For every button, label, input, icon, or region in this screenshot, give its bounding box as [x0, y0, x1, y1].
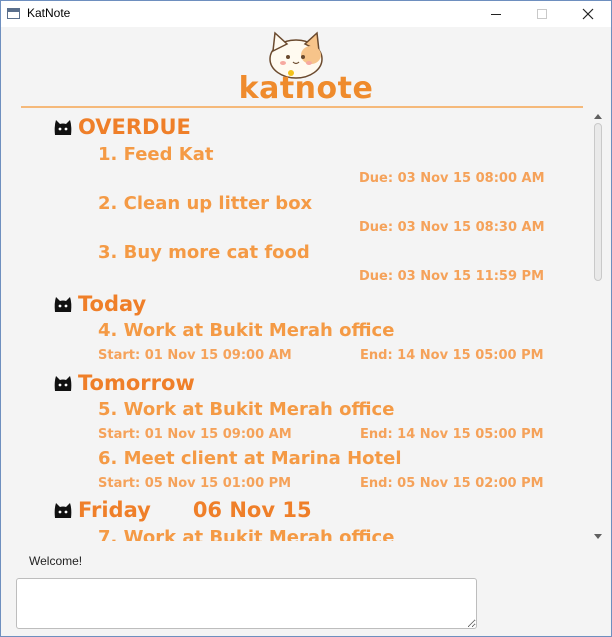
task-title: 5. Work at Bukit Merah office — [98, 399, 395, 420]
section-tomorrow: Tomorrow — [53, 371, 195, 395]
minimize-icon — [491, 13, 501, 15]
task-start: Start: 05 Nov 15 01:00 PM — [98, 476, 292, 491]
minimize-button[interactable] — [473, 1, 519, 27]
task-end: End: 05 Nov 15 02:00 PM — [360, 476, 544, 491]
section-title: Today — [78, 292, 147, 316]
chevron-down-icon — [594, 533, 602, 539]
task-title: 1. Feed Kat — [98, 144, 214, 165]
task-title: 7. Work at Bukit Merah office — [98, 527, 395, 541]
task-due: Due: 03 Nov 15 08:00 AM — [359, 171, 545, 186]
window-title: KatNote — [27, 6, 71, 20]
header-divider — [21, 106, 583, 108]
task-start: Start: 01 Nov 15 09:00 AM — [98, 427, 292, 442]
window-icon — [7, 8, 20, 19]
app-brand: katnote — [238, 71, 374, 106]
task-end: End: 14 Nov 15 05:00 PM — [360, 427, 544, 442]
section-overdue: OVERDUE — [53, 115, 191, 139]
task-title: 3. Buy more cat food — [98, 242, 310, 263]
maximize-button[interactable] — [519, 1, 565, 27]
task-title: 6. Meet client at Marina Hotel — [98, 448, 402, 469]
section-title: Friday — [78, 498, 151, 522]
task-start: Start: 01 Nov 15 09:00 AM — [98, 348, 292, 363]
scroll-thumb[interactable] — [594, 123, 602, 281]
task-title: 2. Clean up litter box — [98, 193, 313, 214]
cat-head-icon — [54, 503, 72, 518]
close-icon — [582, 8, 594, 20]
cat-head-icon — [54, 376, 72, 391]
cat-head-icon — [54, 297, 72, 312]
chevron-up-icon — [594, 113, 602, 119]
title-bar: KatNote — [1, 1, 611, 27]
section-date: 06 Nov 15 — [192, 498, 312, 522]
vertical-scrollbar[interactable] — [591, 109, 605, 543]
scroll-down-button[interactable] — [591, 529, 605, 543]
section-title: Tomorrow — [78, 371, 195, 395]
cat-head-icon — [54, 120, 72, 135]
scroll-up-button[interactable] — [591, 109, 605, 123]
section-title: OVERDUE — [78, 115, 191, 139]
section-today: Today — [53, 292, 146, 316]
close-button[interactable] — [565, 1, 611, 27]
task-due: Due: 03 Nov 15 11:59 PM — [359, 269, 545, 284]
status-message: Welcome! — [29, 554, 83, 568]
command-input[interactable] — [16, 578, 477, 629]
task-list: OVERDUE 1. Feed Kat Due: 03 Nov 15 08:00… — [21, 109, 591, 541]
task-end: End: 14 Nov 15 05:00 PM — [360, 348, 544, 363]
maximize-icon — [537, 9, 547, 19]
section-friday: Friday 06 Nov 15 — [53, 498, 312, 522]
task-title: 4. Work at Bukit Merah office — [98, 320, 395, 341]
task-due: Due: 03 Nov 15 08:30 AM — [359, 220, 545, 235]
